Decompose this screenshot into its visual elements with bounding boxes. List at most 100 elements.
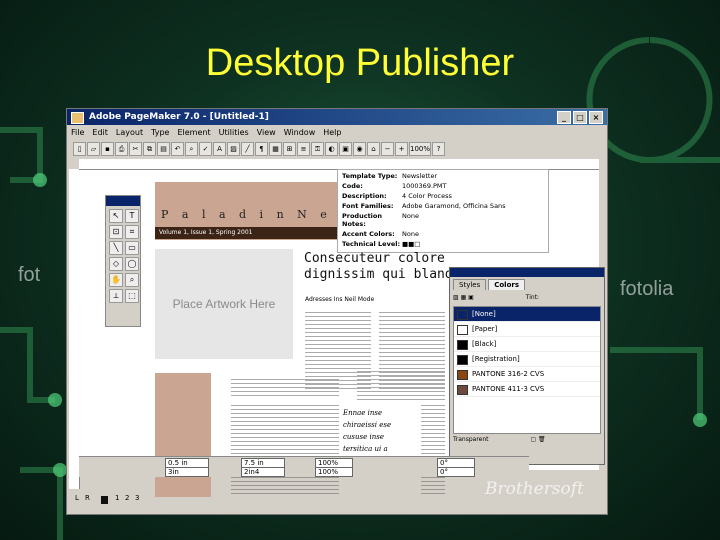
align-icon[interactable]: ≡ (297, 142, 310, 156)
crop-tool-icon[interactable]: ⊡ (109, 225, 123, 239)
tab-colors[interactable]: Colors (488, 279, 526, 290)
swatch-pantone-411[interactable]: PANTONE 411-3 CVS (454, 382, 600, 397)
font-icon[interactable]: A (213, 142, 226, 156)
zoom-tool-icon[interactable]: ⌕ (125, 273, 139, 287)
body-text-column[interactable] (231, 379, 339, 397)
swatch-chip (457, 325, 468, 335)
zoom-in-icon[interactable]: + (395, 142, 408, 156)
ellipse-tool-icon[interactable]: ◯ (125, 257, 139, 271)
pointer-tool-icon[interactable]: ↖ (109, 209, 123, 223)
menu-element[interactable]: Element (173, 126, 214, 140)
undo-icon[interactable]: ↶ (171, 142, 184, 156)
swatch-chip (457, 385, 468, 395)
text-tool-icon[interactable]: T (125, 209, 139, 223)
skew-field[interactable]: 0° (437, 467, 475, 477)
swatch-black[interactable]: [Black] (454, 337, 600, 352)
toolbox-titlebar[interactable] (106, 196, 140, 206)
toolbar: ▯ ▱ ▪ ⎙ ✂ ⧉ ▤ ↶ ⌕ ✓ A ▨ ╱ ¶ ▦ ⊞ ≡ ⚿ ◐ ▣ ◉ ⌂ − + 100%… (73, 141, 601, 157)
page-1[interactable]: 1 (115, 494, 119, 502)
height-field[interactable]: 2in4 (241, 467, 285, 477)
help-icon[interactable]: ? (432, 142, 445, 156)
polygon-tool-icon[interactable]: ◇ (109, 257, 123, 271)
body-text-column[interactable] (421, 405, 445, 495)
rectangle-tool-icon[interactable]: ▭ (125, 241, 139, 255)
page-2[interactable]: 2 (125, 494, 129, 502)
trash-icon[interactable]: 🗑 (538, 436, 546, 443)
pagemaker-screenshot: Adobe PageMaker 7.0 - [Untitled-1] _ □ ×… (66, 108, 608, 515)
text-wrap-icon[interactable]: ▦ (269, 142, 282, 156)
frame-tool-icon[interactable]: ⬚ (125, 289, 139, 303)
swatch-chip (457, 355, 468, 365)
page-left[interactable]: L (75, 494, 79, 502)
palette-tools: ▨ ▦ ▣ Tint: (453, 292, 601, 304)
group-icon[interactable]: ⊞ (283, 142, 296, 156)
print-icon[interactable]: ⎙ (115, 142, 128, 156)
swatch-paper[interactable]: [Paper] (454, 322, 600, 337)
rotate-tool-icon[interactable]: ⌗ (125, 225, 139, 239)
volume-line[interactable]: Volume 1, Issue 1, Spring 2001 (155, 227, 345, 239)
window-titlebar: Adobe PageMaker 7.0 - [Untitled-1] _ □ × (67, 109, 607, 125)
zoom-out-icon[interactable]: − (381, 142, 394, 156)
html-icon[interactable]: ⌂ (367, 142, 380, 156)
app-icon (71, 112, 84, 124)
fill-icon[interactable]: ▨ (227, 142, 240, 156)
cut-icon[interactable]: ✂ (129, 142, 142, 156)
palette-titlebar[interactable] (450, 268, 604, 277)
y-field[interactable]: 3in (165, 467, 209, 477)
menu-help[interactable]: Help (319, 126, 345, 140)
minimize-button[interactable]: _ (557, 111, 571, 124)
menu-edit[interactable]: Edit (88, 126, 112, 140)
watermark-left: fot (18, 264, 41, 286)
zoom-level[interactable]: 100% (409, 142, 431, 156)
page-right[interactable]: R (85, 494, 90, 502)
new-icon[interactable]: ▯ (73, 142, 86, 156)
line-tool-icon[interactable]: ╲ (109, 241, 123, 255)
slide-title: Desktop Publisher (205, 42, 515, 84)
image-icon[interactable]: ▣ (339, 142, 352, 156)
page-3[interactable]: 3 (135, 494, 139, 502)
stroke-icon[interactable]: ╱ (241, 142, 254, 156)
pull-quote[interactable]: Ennae inse chiraeissi ese cususe inse te… (343, 407, 413, 455)
template-row: Template Type: Newsletter (342, 172, 438, 180)
current-page-icon[interactable] (101, 496, 108, 504)
transparent-label: Transparent (453, 436, 489, 443)
menu-window[interactable]: Window (280, 126, 320, 140)
body-text-column[interactable] (357, 371, 445, 401)
menu-view[interactable]: View (253, 126, 280, 140)
toolbox-palette: ↖ T ⊡ ⌗ ╲ ▭ ◇ ◯ ✋ ⌕ ⟂ ⬚ (105, 195, 141, 327)
swatch-registration[interactable]: [Registration] (454, 352, 600, 367)
mask-icon[interactable]: ◐ (325, 142, 338, 156)
menu-layout[interactable]: Layout (112, 126, 147, 140)
open-icon[interactable]: ▱ (87, 142, 100, 156)
spell-icon[interactable]: ✓ (199, 142, 212, 156)
pdf-icon[interactable]: ◉ (353, 142, 366, 156)
swatch-list: [None] [Paper] [Black] [Registration] PA… (453, 306, 601, 434)
fill-stroke-icon[interactable]: ▨ ▦ ▣ (453, 294, 474, 301)
menu-file[interactable]: File (67, 126, 88, 140)
paste-icon[interactable]: ▤ (157, 142, 170, 156)
byline[interactable]: Adresses Ins Neil Mode (305, 296, 374, 303)
scale-y-field[interactable]: 100% (315, 467, 353, 477)
style-icon[interactable]: ¶ (255, 142, 268, 156)
lock-icon[interactable]: ⚿ (311, 142, 324, 156)
maximize-button[interactable]: □ (573, 111, 587, 124)
body-text-column[interactable] (231, 405, 339, 495)
headline[interactable]: Consecuteur colore dignissim qui bland (304, 251, 453, 283)
constrained-line-tool-icon[interactable]: ⟂ (109, 289, 123, 303)
save-icon[interactable]: ▪ (101, 142, 114, 156)
tab-styles[interactable]: Styles (453, 279, 487, 290)
find-icon[interactable]: ⌕ (185, 142, 198, 156)
artwork-placeholder[interactable]: Place Artwork Here (155, 249, 293, 359)
template-info-box[interactable]: Template Type: Newsletter Code: 1000369.PM… (337, 169, 549, 253)
new-color-icon[interactable]: ▢ (530, 436, 536, 443)
hand-tool-icon[interactable]: ✋ (109, 273, 123, 287)
headline-line-1: Consecuteur colore (304, 251, 445, 266)
copy-icon[interactable]: ⧉ (143, 142, 156, 156)
swatch-pantone-316[interactable]: PANTONE 316-2 CVS (454, 367, 600, 382)
close-button[interactable]: × (589, 111, 603, 124)
menu-utilities[interactable]: Utilities (215, 126, 253, 140)
newsletter-sidebar[interactable] (155, 373, 211, 497)
menu-type[interactable]: Type (147, 126, 173, 140)
tint-label: Tint: (525, 294, 540, 301)
swatch-none[interactable]: [None] (454, 307, 600, 322)
